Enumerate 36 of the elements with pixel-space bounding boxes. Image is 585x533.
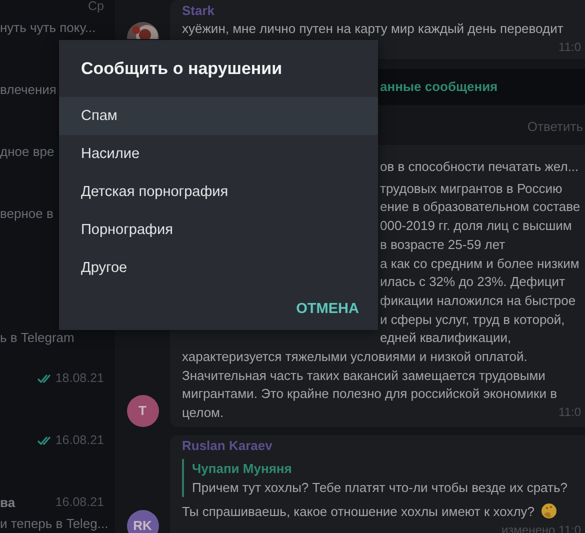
message-text: характеризуется тяжелыми условиями и низкой оплатой. [182,348,528,366]
chat-name: ва [0,494,16,510]
chat-preview: ь в Telegram [0,330,74,345]
message-text: Значительная часть таких вакансий замещается трудовыми [182,366,546,385]
message-text: и сферы услуг, труд в которой, [380,310,565,329]
message-text: хуёжин, мне лично путен на карту мир каждый день переводит [182,20,564,38]
chat-preview: влечения [0,82,56,97]
message-text: едней квалификации, [380,329,512,348]
reply-quote[interactable]: Чупапи Муняня Причем тут хохлы? Тебе платят что-ли чтобы везде их срать? [182,458,581,497]
message-text: а как со средним и более низким [380,254,580,273]
message-text: 000-2019 гг. доля лиц с высшим [380,217,572,236]
chat-preview: и теперь в Teleg... [0,516,108,531]
message-text: в возрасте 25-59 лет [380,236,506,254]
message-text: фикации наложился на быстрое [380,292,576,310]
message-text: целом. [182,404,224,422]
message-text: Ты спрашиваешь, какое отношение хохлы имеют к хохлу? [182,502,535,521]
chat-date: 16.08.21 [55,433,104,447]
report-option[interactable]: Насилие [59,135,378,173]
chat-preview: верное в [0,206,54,221]
message-text: мигрантами. Это крайне полезно для российской экономики в [182,385,557,404]
chat-date: 18.08.21 [55,371,104,385]
message-text: илась с 32% до 23%. Дефицит [380,273,566,292]
report-option[interactable]: Детская порнография [59,173,378,211]
report-option[interactable]: Спам [59,97,378,135]
report-option[interactable]: Другое [59,249,378,287]
cancel-button[interactable]: ОТМЕНА [296,297,359,321]
chat-date: 16.08.21 [55,495,104,509]
report-option[interactable]: Порнография [59,211,378,249]
chat-preview: нуть чуть поку... [0,20,96,35]
message-text: трудовых мигрантов в Россию [380,180,562,198]
dialog-title: Сообщить о нарушении [80,58,284,80]
unread-label: анные сообщения [380,79,498,94]
message-text: ов в способности печатать жел... [380,158,579,176]
chat-date: Ср [88,0,104,13]
message-text: ение в образовательном составе [380,198,580,216]
chat-preview: дное вре [0,144,54,159]
